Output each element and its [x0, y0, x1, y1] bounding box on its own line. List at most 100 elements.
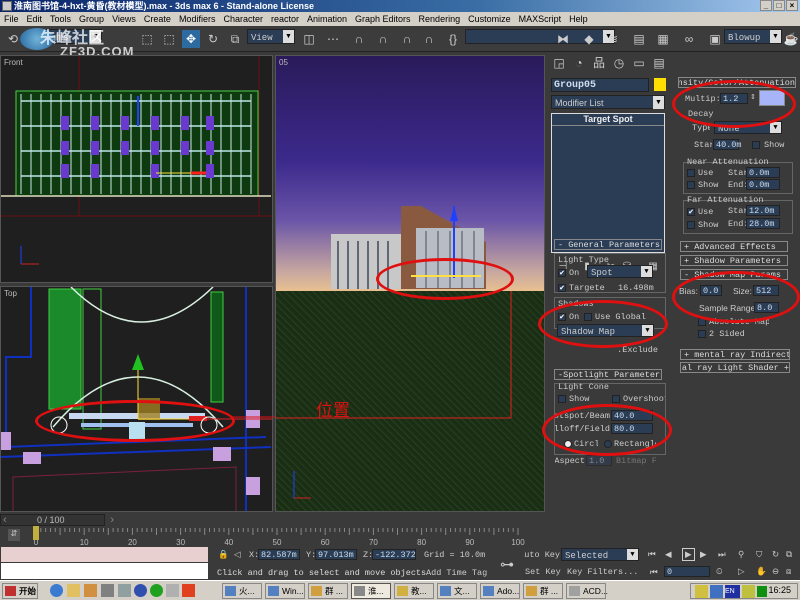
menu-customize[interactable]: Customize [464, 12, 515, 26]
set-key-button[interactable]: Set Key [525, 567, 561, 577]
stack-item-target-spot[interactable]: Target Spot [552, 114, 664, 126]
bitmap-fit-button[interactable]: Bitmap Fit... [616, 456, 656, 466]
media-player-icon[interactable] [134, 584, 147, 597]
zoom-icon[interactable]: ⚲ [738, 549, 744, 560]
aspect-input[interactable]: 1.0 [586, 455, 612, 466]
object-color-swatch[interactable] [654, 78, 666, 91]
restore-button[interactable]: □ [773, 0, 785, 11]
task-button[interactable]: 群 ... [523, 583, 563, 599]
menu-create[interactable]: Create [140, 12, 175, 26]
spinner-snap-icon[interactable]: ∩ [420, 30, 438, 48]
go-to-start-icon[interactable]: ⏮ [648, 549, 656, 560]
task-button[interactable]: Ado... [480, 583, 520, 599]
key-mode-dropdown[interactable]: Selected ▼ [561, 548, 639, 561]
select-manipulate-icon[interactable]: ⋯ [324, 30, 342, 48]
menu-tools[interactable]: Tools [46, 12, 75, 26]
time-configuration-icon[interactable]: ⏲ [716, 566, 723, 577]
maxscript-listener-pink[interactable] [1, 547, 208, 562]
near-start-input[interactable]: 0.0m [746, 167, 780, 178]
current-frame-input[interactable]: 0 [664, 566, 710, 577]
quicklaunch-icon[interactable] [118, 584, 131, 597]
menu-maxscript[interactable]: MAXScript [515, 12, 566, 26]
x-coordinate-input[interactable]: 82.587m [258, 549, 300, 560]
previous-frame-icon[interactable]: ◀ [665, 549, 672, 560]
lock-selection-icon[interactable]: 🔒 [218, 549, 229, 560]
select-move-icon[interactable]: ✥ [182, 30, 200, 48]
modifier-list-dropdown[interactable]: Modifier List ▼ [551, 95, 665, 109]
maxscript-listener-white[interactable] [1, 563, 208, 579]
next-frame-icon[interactable]: ▶ [700, 549, 707, 560]
3ds-max-icon[interactable] [166, 584, 179, 597]
shadow-parameters-rollout[interactable]: + Shadow Parameters [680, 255, 788, 266]
viewport-front[interactable]: Front [0, 55, 273, 283]
menu-modifiers[interactable]: Modifiers [175, 12, 220, 26]
task-button[interactable]: 群 ... [308, 583, 348, 599]
snap-toggle-icon[interactable]: ∩ [350, 30, 368, 48]
schematic-view-icon[interactable]: ▦ [654, 30, 672, 48]
zoom-extents-all-icon[interactable]: ⧉ [786, 549, 792, 560]
language-indicator[interactable]: EN [725, 585, 740, 598]
utilities-tab-icon[interactable]: ▤ [650, 54, 668, 72]
far-use-checkbox[interactable]: ✔ [687, 208, 695, 216]
light-on-checkbox[interactable]: ✔ [558, 269, 566, 277]
percent-snap-icon[interactable]: ∩ [398, 30, 416, 48]
task-button[interactable]: 文... [437, 583, 477, 599]
hierarchy-tab-icon[interactable]: 品 [590, 54, 608, 72]
arc-rotate-icon[interactable]: ⊖ [772, 566, 779, 577]
set-key-icon[interactable]: ⊶ [500, 556, 514, 573]
select-scale-icon[interactable]: ⧉ [226, 30, 244, 48]
curve-editor-icon[interactable]: ▤ [630, 30, 648, 48]
near-use-checkbox[interactable] [687, 169, 695, 177]
edit-named-selection-icon[interactable]: {} [444, 30, 462, 48]
menu-character[interactable]: Character [219, 12, 267, 26]
mental-ray-light-shader-rollout[interactable]: + mental ray Light Shader [680, 362, 790, 373]
viewport-label[interactable]: Top [4, 289, 17, 298]
play-icon[interactable]: ▶ [682, 548, 695, 561]
viewport-label[interactable]: 05 [279, 58, 288, 67]
select-rotate-icon[interactable]: ↻ [204, 30, 222, 48]
curve-editor-toggle-icon[interactable]: ⇵ [8, 529, 20, 541]
two-sided-checkbox[interactable] [698, 330, 706, 338]
reference-coord-dropdown[interactable]: View ▼ [247, 29, 295, 44]
volume-icon[interactable] [695, 585, 708, 598]
material-editor-icon[interactable]: ∞ [680, 30, 698, 48]
viewport-label[interactable]: Front [4, 58, 23, 67]
quicklaunch-icon[interactable] [101, 584, 114, 597]
quicklaunch-icon[interactable] [84, 584, 97, 597]
decay-show-checkbox[interactable] [752, 141, 760, 149]
decay-start-input[interactable]: 40.0m [713, 139, 742, 150]
select-region-icon[interactable]: ⬚ [138, 30, 156, 48]
render-type-dropdown[interactable]: Blowup ▼ [724, 29, 782, 44]
window-crossing-icon[interactable]: ⬚ [160, 30, 178, 48]
go-to-end-icon[interactable]: ⏭ [718, 549, 726, 560]
advanced-effects-rollout[interactable]: + Advanced Effects [680, 241, 788, 252]
light-type-dropdown[interactable]: Spot ▼ [587, 265, 653, 278]
menu-help[interactable]: Help [565, 12, 592, 26]
show-cone-checkbox[interactable] [558, 395, 566, 403]
mental-ray-indirect-rollout[interactable]: + mental ray Indirect Illumination [680, 349, 790, 360]
quick-render-icon[interactable]: ☕ [782, 30, 800, 48]
task-button[interactable]: Win... [265, 583, 305, 599]
auto-key-button[interactable]: Auto Key [524, 550, 560, 560]
near-end-input[interactable]: 0.0m [746, 179, 780, 190]
next-frame-icon[interactable]: › [110, 514, 114, 526]
ime-icon[interactable] [742, 585, 755, 598]
add-time-tag-button[interactable]: Add Time Tag [426, 568, 487, 578]
minimize-button[interactable]: _ [760, 0, 772, 11]
track-bar[interactable]: 0 10 20 30 40 50 60 70 80 90 100 [30, 526, 540, 546]
far-show-checkbox[interactable] [687, 221, 695, 229]
layer-manager-icon[interactable]: ≋ [604, 30, 622, 48]
targeted-checkbox[interactable]: ✔ [558, 284, 566, 292]
motion-tab-icon[interactable]: ◷ [610, 54, 628, 72]
near-show-checkbox[interactable] [687, 181, 695, 189]
close-button[interactable]: × [786, 0, 798, 11]
viewport-perspective[interactable]: 05 位置 [275, 55, 545, 512]
menu-animation[interactable]: Animation [303, 12, 351, 26]
viewport-top[interactable]: Top [0, 286, 273, 512]
menu-graph-editors[interactable]: Graph Editors [351, 12, 415, 26]
spotlight-parameters-rollout[interactable]: -Spotlight Parameters [554, 369, 662, 380]
object-name-field[interactable]: Group05 [551, 78, 649, 92]
maximize-viewport-icon[interactable]: ⧈ [786, 566, 791, 577]
menu-reactor[interactable]: reactor [267, 12, 303, 26]
render-scene-icon[interactable]: ▣ [706, 30, 724, 48]
